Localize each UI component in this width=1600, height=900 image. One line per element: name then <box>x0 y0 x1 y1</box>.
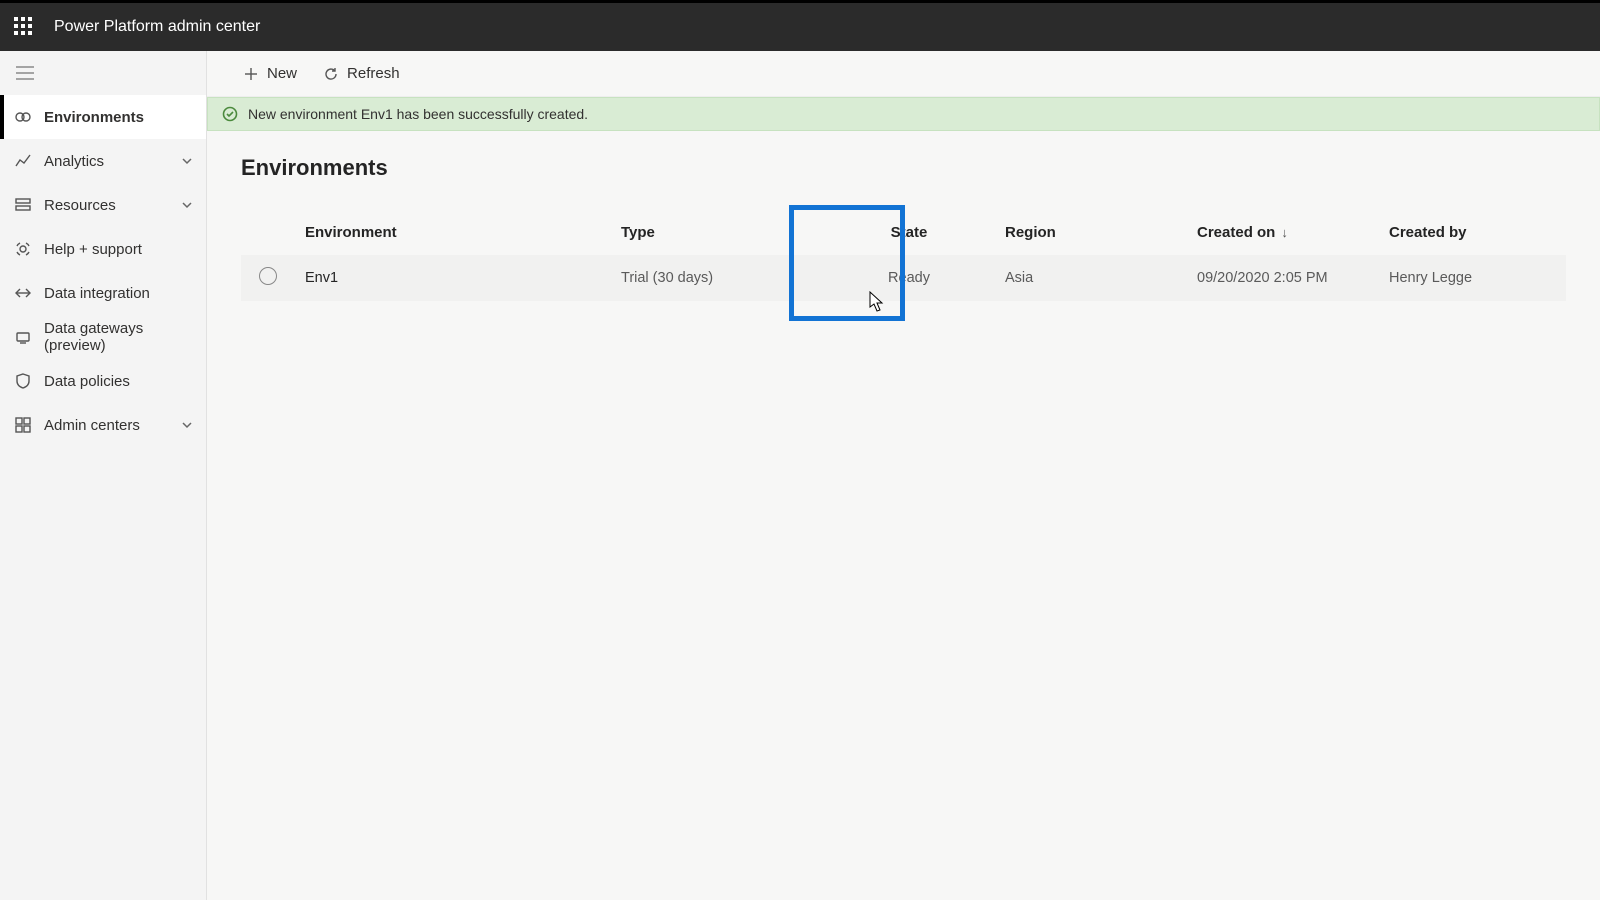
table-row[interactable]: Env1 Trial (30 days) Ready Asia 09/20/20… <box>241 255 1566 301</box>
shield-icon <box>14 372 32 390</box>
sidebar-item-admin-centers[interactable]: Admin centers <box>0 403 206 447</box>
environments-table: Environment Type State Region Created on… <box>241 209 1566 301</box>
sidebar-item-resources[interactable]: Resources <box>0 183 206 227</box>
main-content: New Refresh New environment Env1 has bee… <box>207 51 1600 900</box>
sort-desc-icon: ↓ <box>1281 225 1288 240</box>
col-environment[interactable]: Environment <box>305 224 621 241</box>
success-icon <box>222 106 238 122</box>
page-title: Environments <box>241 155 1566 181</box>
col-created-on[interactable]: Created on↓ <box>1197 224 1389 241</box>
sidebar-item-gateways[interactable]: Data gateways (preview) <box>0 315 206 359</box>
sidebar-item-policies[interactable]: Data policies <box>0 359 206 403</box>
sidebar-item-help[interactable]: Help + support <box>0 227 206 271</box>
cell-created-on: 09/20/2020 2:05 PM <box>1197 270 1389 286</box>
sidebar-item-label: Analytics <box>44 153 180 170</box>
sidebar-item-label: Data policies <box>44 373 194 390</box>
sidebar-item-label: Help + support <box>44 241 194 258</box>
hamburger-button[interactable] <box>0 51 206 95</box>
success-banner: New environment Env1 has been successful… <box>207 97 1600 131</box>
waffle-icon[interactable] <box>14 17 34 37</box>
chevron-down-icon <box>180 418 194 432</box>
table-header: Environment Type State Region Created on… <box>241 209 1566 255</box>
sidebar-item-label: Data gateways (preview) <box>44 320 194 354</box>
app-title: Power Platform admin center <box>54 18 260 36</box>
sidebar-item-environments[interactable]: Environments <box>0 95 206 139</box>
sidebar-item-data-integration[interactable]: Data integration <box>0 271 206 315</box>
app-header: Power Platform admin center <box>0 3 1600 51</box>
col-region[interactable]: Region <box>1005 224 1197 241</box>
col-type[interactable]: Type <box>621 224 813 241</box>
sidebar-item-label: Data integration <box>44 285 194 302</box>
gateways-icon <box>14 328 32 346</box>
command-bar: New Refresh <box>207 51 1600 97</box>
cell-environment[interactable]: Env1 <box>305 270 621 286</box>
col-state[interactable]: State <box>813 224 1005 241</box>
col-created-by[interactable]: Created by <box>1389 224 1566 241</box>
cell-created-by: Henry Legge <box>1389 270 1566 286</box>
chevron-down-icon <box>180 154 194 168</box>
new-button[interactable]: New <box>237 61 303 86</box>
admin-centers-icon <box>14 416 32 434</box>
banner-message: New environment Env1 has been successful… <box>248 106 588 122</box>
cell-type: Trial (30 days) <box>621 270 813 286</box>
sidebar-item-label: Resources <box>44 197 180 214</box>
help-icon <box>14 240 32 258</box>
sidebar-item-label: Admin centers <box>44 417 180 434</box>
resources-icon <box>14 196 32 214</box>
cell-state: Ready <box>813 270 1005 286</box>
analytics-icon <box>14 152 32 170</box>
environments-icon <box>14 108 32 126</box>
cell-region: Asia <box>1005 270 1197 286</box>
sidebar-item-analytics[interactable]: Analytics <box>0 139 206 183</box>
row-select-radio[interactable] <box>259 267 277 285</box>
new-button-label: New <box>267 65 297 82</box>
refresh-button[interactable]: Refresh <box>317 61 406 86</box>
sidebar-item-label: Environments <box>44 109 194 126</box>
refresh-button-label: Refresh <box>347 65 400 82</box>
data-integration-icon <box>14 284 32 302</box>
sidebar: Environments Analytics Resources H <box>0 51 207 900</box>
chevron-down-icon <box>180 198 194 212</box>
